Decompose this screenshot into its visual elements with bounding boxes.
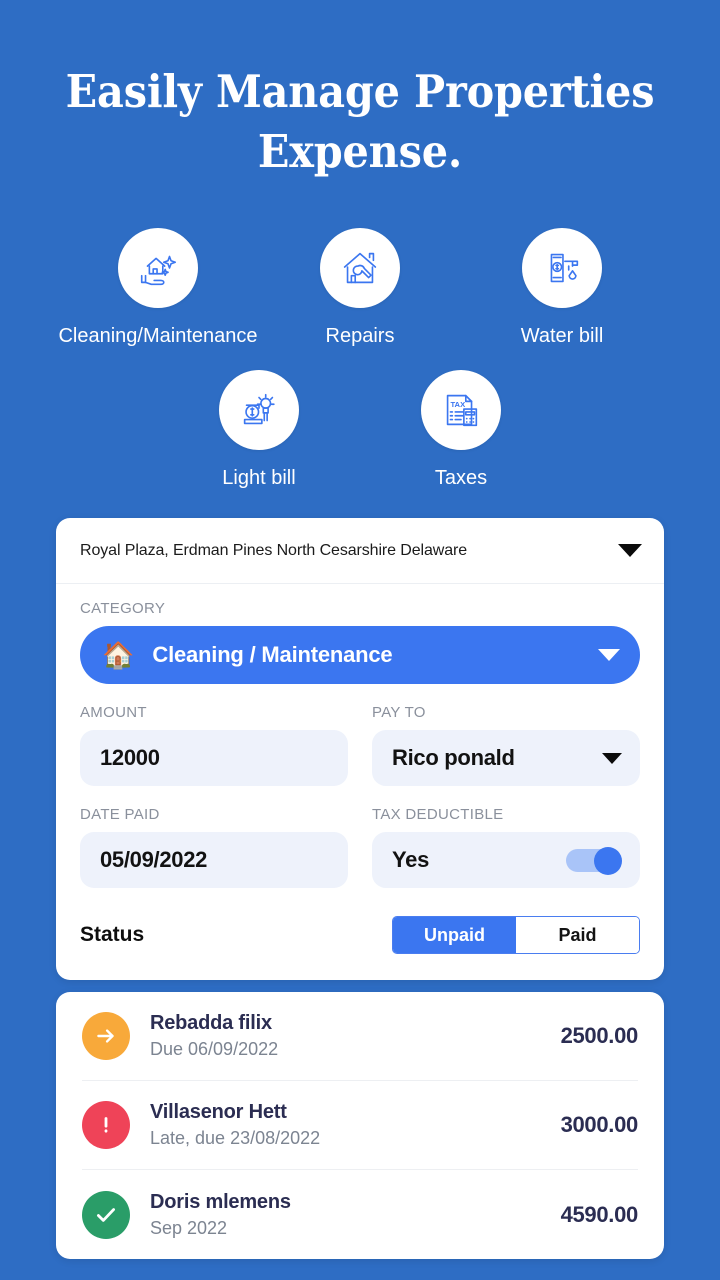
toggle-knob xyxy=(594,847,622,875)
amount-field: AMOUNT 12000 xyxy=(80,704,348,786)
transaction-info: Rebadda filix Due 06/09/2022 xyxy=(150,1012,541,1060)
transaction-info: Doris mlemens Sep 2022 xyxy=(150,1191,541,1239)
category-cleaning-maintenance[interactable]: Cleaning/Maintenance xyxy=(58,228,258,348)
transaction-name: Doris mlemens xyxy=(150,1190,291,1213)
expense-category-row-1: Cleaning/Maintenance Repairs Water bill xyxy=(0,228,720,348)
chevron-down-icon xyxy=(602,752,622,764)
transaction-amount: 4590.00 xyxy=(560,1201,639,1227)
transactions-list: Rebadda filix Due 06/09/2022 2500.00 Vil… xyxy=(56,992,664,1259)
exclamation-icon xyxy=(82,1101,130,1149)
status-row: Status Unpaid Paid xyxy=(80,916,640,954)
amount-field-label: AMOUNT xyxy=(80,704,147,721)
house-emoji-icon: 🏠 xyxy=(102,640,135,670)
svg-text:TAX: TAX xyxy=(450,400,466,409)
pay-to-field-label: PAY TO xyxy=(372,704,426,721)
chevron-down-icon xyxy=(618,544,642,557)
arrow-right-icon xyxy=(82,1012,130,1060)
expense-category-grid: Cleaning/Maintenance Repairs Water bill … xyxy=(0,228,720,490)
expense-form-body: CATEGORY 🏠 Cleaning / Maintenance AMOUNT… xyxy=(56,584,664,980)
table-row[interactable]: Doris mlemens Sep 2022 4590.00 xyxy=(82,1170,638,1259)
pay-to-field: PAY TO Rico ponald xyxy=(372,704,640,786)
tax-deductible-field: TAX DEDUCTIBLE Yes xyxy=(372,806,640,888)
category-label: Repairs xyxy=(325,325,395,347)
tax-document-calculator-icon: TAX xyxy=(421,370,501,450)
transaction-subtitle: Late, due 23/08/2022 xyxy=(150,1128,321,1148)
table-row[interactable]: Rebadda filix Due 06/09/2022 2500.00 xyxy=(82,992,638,1081)
date-paid-field-label: DATE PAID xyxy=(80,806,160,823)
tax-deductible-row: Yes xyxy=(372,832,640,888)
light-bulb-money-icon xyxy=(219,370,299,450)
status-segmented-control: Unpaid Paid xyxy=(392,916,640,954)
expense-form-card: Royal Plaza, Erdman Pines North Cesarshi… xyxy=(56,518,664,980)
pay-to-value: Rico ponald xyxy=(392,745,515,770)
date-tax-row: DATE PAID 05/09/2022 TAX DEDUCTIBLE Yes xyxy=(80,806,640,888)
cleaning-hand-house-icon xyxy=(118,228,198,308)
category-label: Taxes xyxy=(434,467,488,489)
category-repairs[interactable]: Repairs xyxy=(312,228,408,348)
status-option-paid[interactable]: Paid xyxy=(516,917,639,953)
transaction-name: Villasenor Hett xyxy=(150,1101,287,1123)
property-address-selector[interactable]: Royal Plaza, Erdman Pines North Cesarshi… xyxy=(56,518,664,584)
page-title: Easily Manage Properties Expense. xyxy=(29,0,691,182)
category-select-value: Cleaning / Maintenance xyxy=(152,642,393,667)
category-taxes[interactable]: TAX Taxes xyxy=(413,370,509,490)
category-label: Cleaning/Maintenance xyxy=(58,325,258,347)
category-field-label: CATEGORY xyxy=(80,600,166,617)
category-water-bill[interactable]: Water bill xyxy=(514,228,610,348)
status-label: Status xyxy=(80,923,145,946)
transaction-subtitle: Due 06/09/2022 xyxy=(150,1039,279,1059)
transaction-info: Villasenor Hett Late, due 23/08/2022 xyxy=(150,1101,541,1149)
category-select[interactable]: 🏠 Cleaning / Maintenance xyxy=(80,626,640,684)
category-label: Light bill xyxy=(222,467,296,489)
transaction-name: Rebadda filix xyxy=(150,1012,272,1034)
status-option-unpaid[interactable]: Unpaid xyxy=(393,917,516,953)
category-label: Water bill xyxy=(520,325,604,347)
chevron-down-icon xyxy=(598,649,620,661)
app-screen: Easily Manage Properties Expense. Cleani… xyxy=(0,0,720,1280)
date-paid-field: DATE PAID 05/09/2022 xyxy=(80,806,348,888)
property-address-value: Royal Plaza, Erdman Pines North Cesarshi… xyxy=(80,541,468,559)
category-light-bill[interactable]: Light bill xyxy=(211,370,307,490)
transaction-amount: 2500.00 xyxy=(560,1023,639,1048)
amount-input[interactable]: 12000 xyxy=(80,730,348,786)
page-title-line-1: Easily Manage Properties xyxy=(65,65,655,118)
date-paid-value: 05/09/2022 xyxy=(100,847,208,872)
pay-to-select[interactable]: Rico ponald xyxy=(372,730,640,786)
check-icon xyxy=(82,1190,130,1239)
date-paid-input[interactable]: 05/09/2022 xyxy=(80,832,348,888)
amount-input-value: 12000 xyxy=(100,745,160,770)
tax-deductible-value: Yes xyxy=(392,847,430,872)
house-wrench-icon xyxy=(320,228,400,308)
transaction-amount: 3000.00 xyxy=(560,1112,639,1137)
transaction-subtitle: Sep 2022 xyxy=(150,1217,228,1238)
page-title-line-2: Expense. xyxy=(257,125,463,178)
water-meter-tap-icon xyxy=(522,228,602,308)
tax-deductible-toggle[interactable] xyxy=(566,847,622,875)
tax-deductible-field-label: TAX DEDUCTIBLE xyxy=(372,806,504,823)
expense-category-row-2: Light bill TAX Taxes xyxy=(0,370,720,490)
table-row[interactable]: Villasenor Hett Late, due 23/08/2022 300… xyxy=(82,1081,638,1170)
amount-payto-row: AMOUNT 12000 PAY TO Rico ponald xyxy=(80,704,640,786)
